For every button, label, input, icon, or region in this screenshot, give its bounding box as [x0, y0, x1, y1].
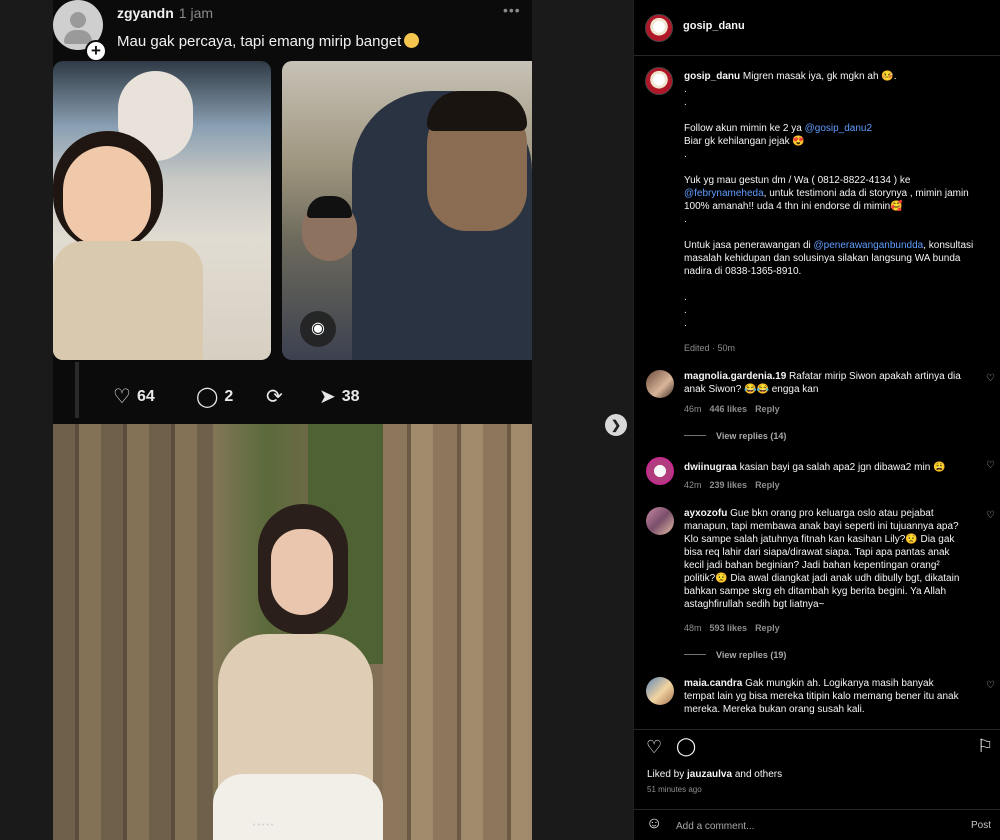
comment-icon[interactable]: ◯ [676, 736, 696, 757]
bookmark-icon[interactable]: ⚐ [977, 736, 993, 757]
view-replies-button[interactable]: View replies (14) [684, 431, 786, 441]
carousel-indicator: ••••• [253, 822, 276, 829]
heart-icon[interactable]: ♡ [986, 680, 995, 691]
tweet-actions: ♡ 64 ◯ 2 ⟳ ➤ 38 [53, 362, 532, 424]
emoji-icon [404, 33, 420, 48]
heart-icon[interactable]: ♡ [986, 460, 995, 471]
emoji-icon[interactable]: ☺ [646, 815, 662, 833]
comment-meta: 46m 446 likes Reply [684, 404, 780, 414]
caption-line: Yuk yg mau gestun dm / Wa ( 0812-8822-41… [684, 175, 911, 186]
caption-username[interactable]: gosip_danu [684, 71, 740, 82]
comment-body: dwiinugraa kasian bayi ga salah apa2 jgn… [684, 461, 966, 474]
scan-icon[interactable]: ◉ [300, 311, 336, 347]
reply-button[interactable]: Reply [755, 404, 780, 414]
heart-icon: ♡ [113, 386, 131, 408]
liked-by-user[interactable]: jauzaulva [687, 769, 732, 780]
caption-line: . [684, 214, 687, 225]
share-icon: ➤ [319, 386, 336, 408]
view-replies-button[interactable]: View replies (19) [684, 650, 786, 660]
mention-link[interactable]: @febrynameheda [684, 188, 764, 199]
comment-username[interactable]: maia.candra [684, 678, 742, 689]
add-comment-row: ☺ Post [634, 809, 1000, 840]
avatar[interactable] [646, 457, 674, 485]
caption-line: . [684, 84, 687, 95]
caption-line: . [684, 97, 687, 108]
avatar[interactable] [645, 14, 673, 42]
tweet-share[interactable]: ➤ 38 [319, 384, 360, 409]
comment-text: Gue bkn orang pro keluarga oslo atau pej… [684, 508, 960, 610]
photo-child [53, 61, 271, 360]
comment-body: magnolia.gardenia.19 Rafatar mirip Siwon… [684, 370, 966, 396]
comment-username[interactable]: magnolia.gardenia.19 [684, 371, 786, 382]
comment-likes[interactable]: 593 likes [710, 623, 748, 633]
post-header: gosip_danu [634, 0, 1000, 56]
repost-icon: ⟳ [266, 386, 283, 408]
mention-link[interactable]: @gosip_danu2 [805, 123, 872, 134]
comment-body: ayxozofu Gue bkn orang pro keluarga oslo… [684, 507, 966, 611]
edited-label: Edited · 50m [684, 343, 736, 353]
caption-line: 100% amanah!! uda 4 thn ini endorse di m… [684, 201, 903, 212]
caption-line: @febrynameheda, untuk testimoni ada di s… [684, 188, 969, 199]
photo-man: ◉ [282, 61, 532, 360]
caption-line: . [684, 149, 687, 160]
caption-line [684, 161, 984, 174]
comment-text: kasian bayi ga salah apa2 jgn dibawa2 mi… [739, 462, 946, 473]
comment-meta: 42m 239 likes Reply [684, 480, 780, 490]
tweet-username: zgyandn 1 jam [117, 5, 214, 21]
tweet-reply[interactable]: ◯ 2 [196, 384, 233, 409]
post-actions: ♡ ◯ ⚐ Liked by jauzaulva and others 51 m… [634, 729, 1000, 840]
avatar[interactable] [646, 370, 674, 398]
liked-by: Liked by jauzaulva and others [647, 769, 783, 780]
tweet-repost[interactable]: ⟳ [266, 384, 289, 409]
chevron-right-icon[interactable]: ❯ [605, 414, 627, 436]
comment-likes[interactable]: 446 likes [710, 404, 748, 414]
add-comment-input[interactable] [676, 817, 936, 835]
caption: gosip_danu Migren masak iya, gk mgkn ah … [684, 70, 984, 330]
tweet-text: Mau gak percaya, tapi emang mirip banget [117, 33, 420, 50]
reply-button[interactable]: Reply [755, 623, 780, 633]
comment-meta: 48m 593 likes Reply [684, 623, 780, 633]
caption-line: masalah kehidupan dan solusinya silakan … [684, 253, 961, 264]
heart-icon[interactable]: ♡ [646, 737, 662, 758]
caption-line: nadira di 0838-1365-8910. [684, 266, 802, 277]
caption-line: . [684, 318, 687, 329]
heart-icon[interactable]: ♡ [986, 373, 995, 384]
caption-line: . [684, 292, 687, 303]
post-media-area: + zgyandn 1 jam ••• Mau gak percaya, tapi… [0, 0, 633, 840]
tweet-time: 1 jam [178, 5, 214, 21]
caption-line [684, 226, 984, 239]
comment-icon: ◯ [196, 386, 219, 408]
caption-line [684, 278, 984, 291]
caption-line: Follow akun mimin ke 2 ya @gosip_danu2 [684, 123, 873, 134]
caption-line: gosip_danu Migren masak iya, gk mgkn ah … [684, 71, 897, 82]
avatar[interactable] [646, 677, 674, 705]
post-image[interactable]: + zgyandn 1 jam ••• Mau gak percaya, tapi… [53, 0, 532, 840]
comments-list: gosip_danu Migren masak iya, gk mgkn ah … [634, 57, 1000, 729]
comment-username[interactable]: dwiinugraa [684, 462, 737, 473]
caption-line: Biar gk kehilangan jejak 😍 [684, 136, 805, 147]
avatar[interactable] [646, 507, 674, 535]
caption-line: Untuk jasa penerawangan di @penerawangan… [684, 240, 974, 251]
divider [75, 362, 79, 418]
caption-line: . [684, 305, 687, 316]
caption-line [684, 109, 984, 122]
more-icon: ••• [503, 2, 521, 18]
header-username[interactable]: gosip_danu [683, 20, 745, 32]
comment-likes[interactable]: 239 likes [710, 480, 748, 490]
post-button[interactable]: Post [971, 820, 991, 831]
reply-button[interactable]: Reply [755, 480, 780, 490]
post-timestamp: 51 minutes ago [647, 785, 702, 794]
heart-icon[interactable]: ♡ [986, 510, 995, 521]
post-side-panel: gosip_danu gosip_danu Migren masak iya, … [633, 0, 1000, 840]
photo-woman [53, 424, 532, 840]
tweet-like[interactable]: ♡ 64 [113, 384, 155, 409]
comment-username[interactable]: ayxozofu [684, 508, 727, 519]
plus-icon: + [85, 40, 107, 62]
caption-avatar[interactable] [645, 67, 673, 95]
comment-body: maia.candra Gak mungkin ah. Logikanya ma… [684, 677, 966, 716]
mention-link[interactable]: @penerawanganbundda [814, 240, 924, 251]
